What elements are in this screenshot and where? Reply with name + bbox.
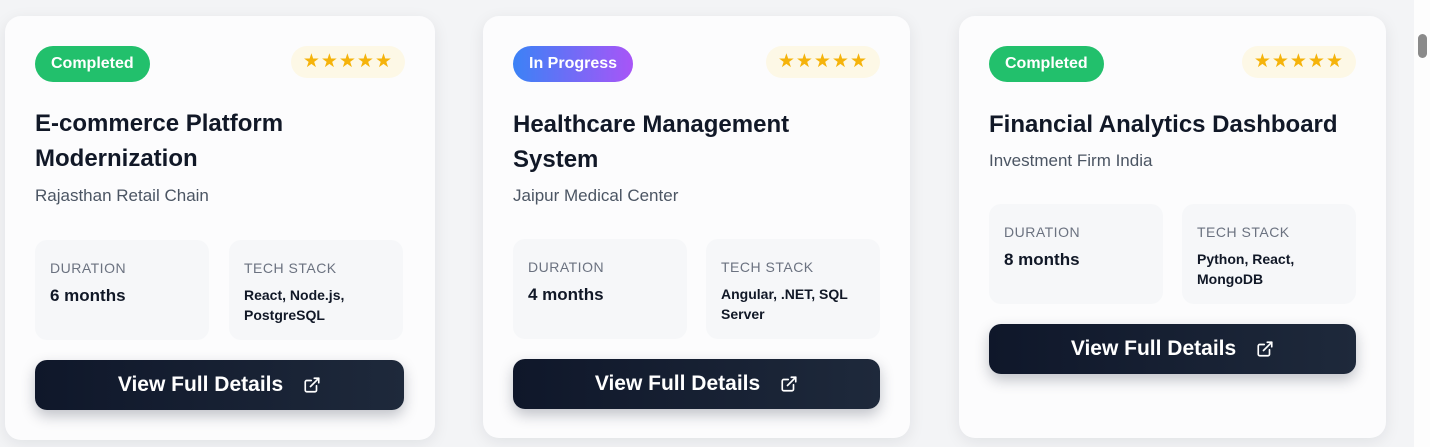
rating-stars: ★★★★★ [1241, 46, 1356, 78]
client-name: Rajasthan Retail Chain [35, 186, 209, 205]
duration-label: DURATION [528, 259, 605, 275]
tech-stack-value: Python, React, MongoDB [1197, 251, 1295, 287]
rating-stars: ★★★★★ [290, 46, 405, 78]
tech-stack-label: TECH STACK [244, 260, 337, 276]
external-link-icon [781, 376, 797, 392]
project-title: Healthcare Management System [513, 111, 790, 173]
scrollbar-thumb[interactable] [1418, 34, 1427, 58]
status-badge: Completed [35, 46, 150, 82]
duration-stat: DURATION 4 months [513, 239, 687, 339]
status-badge: Completed [989, 46, 1104, 82]
client-name: Investment Firm India [989, 151, 1153, 170]
duration-stat: DURATION 8 months [989, 204, 1163, 304]
duration-value: 6 months [50, 286, 126, 305]
tech-stack-label: TECH STACK [1197, 224, 1290, 240]
duration-label: DURATION [1004, 224, 1081, 240]
status-badge: In Progress [513, 46, 634, 82]
view-details-label: View Full Details [594, 372, 761, 395]
duration-stat: DURATION 6 months [35, 240, 209, 340]
project-title: Financial Analytics Dashboard [989, 111, 1338, 138]
tech-stack-stat: TECH STACK Angular, .NET, SQL Server [706, 239, 880, 339]
external-link-icon [304, 377, 320, 393]
external-link-icon [1257, 341, 1273, 357]
view-details-button[interactable]: View Full Details [513, 359, 880, 409]
view-details-button[interactable]: View Full Details [35, 360, 404, 410]
tech-stack-stat: TECH STACK Python, React, MongoDB [1182, 204, 1356, 304]
project-title: E-commerce Platform Modernization [35, 110, 284, 172]
duration-value: 8 months [1004, 250, 1080, 269]
vertical-scrollbar[interactable] [1414, 0, 1430, 447]
view-details-label: View Full Details [1070, 337, 1237, 360]
tech-stack-stat: TECH STACK React, Node.js, PostgreSQL [229, 240, 403, 340]
client-name: Jaipur Medical Center [513, 186, 679, 205]
project-card: Completed ★★★★★ E-commerce Platform Mode… [5, 16, 435, 440]
tech-stack-value: Angular, .NET, SQL Server [721, 286, 848, 322]
project-card: Completed ★★★★★ Financial Analytics Dash… [959, 16, 1386, 438]
duration-value: 4 months [528, 285, 604, 304]
project-card: In Progress ★★★★★ Healthcare Management … [483, 16, 910, 438]
view-details-label: View Full Details [117, 373, 284, 396]
tech-stack-value: React, Node.js, PostgreSQL [244, 287, 345, 323]
view-details-button[interactable]: View Full Details [989, 324, 1356, 374]
tech-stack-label: TECH STACK [721, 259, 814, 275]
duration-label: DURATION [50, 260, 127, 276]
rating-stars: ★★★★★ [765, 46, 880, 78]
